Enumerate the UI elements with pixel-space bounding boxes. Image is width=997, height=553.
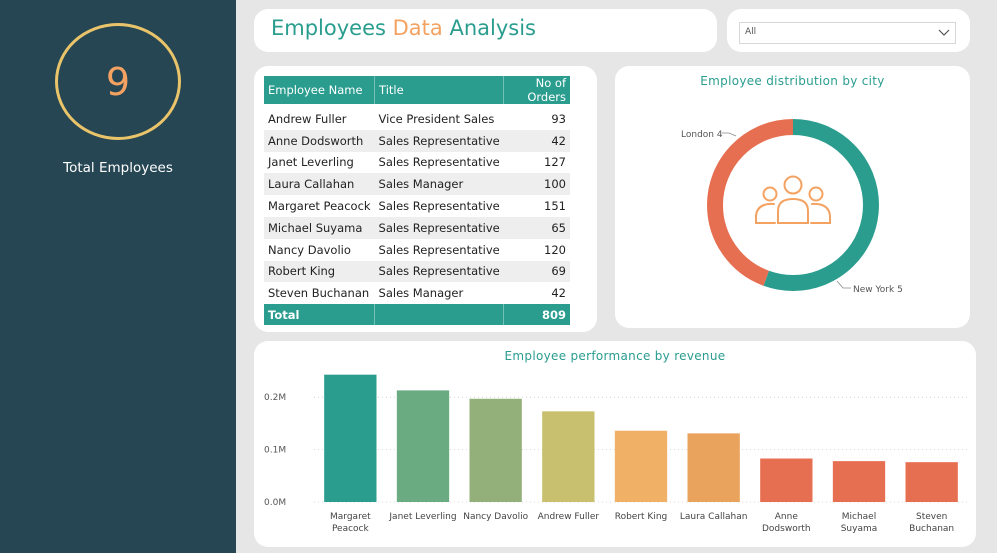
bar-chart: 0.0M 0.1M 0.2M Margaret Peacock Janet Leverli…	[264, 374, 968, 534]
cell-employee-name: Margaret Peacock	[264, 195, 375, 217]
cell-orders: 65	[503, 216, 570, 239]
column-header-employee-name[interactable]: Employee Name	[264, 76, 376, 104]
x-tick-label: Laura Callahan	[680, 512, 748, 522]
title-part-1: Employees	[271, 16, 393, 40]
cell-orders: 120	[503, 238, 570, 261]
donut-chart: London 4 New York 5	[681, 119, 903, 295]
cell-title: Vice President Sales	[374, 108, 504, 130]
table-row[interactable]: Margaret Peacock Sales Representative 151	[264, 195, 570, 217]
cell-orders: 42	[503, 282, 570, 305]
filter-dropdown[interactable]: All	[739, 22, 956, 44]
cell-orders: 151	[503, 195, 570, 217]
table-body: Andrew Fuller Vice President Sales 93 Anne …	[264, 104, 570, 326]
table-row[interactable]: Robert King Sales Representative 69	[264, 260, 570, 283]
bar[interactable]	[324, 374, 377, 502]
total-employees-value: 9	[105, 59, 131, 104]
title-card: Employees Data Analysis	[254, 9, 717, 52]
cell-title: Sales Representative	[374, 195, 504, 217]
bar[interactable]	[832, 461, 886, 502]
table-row[interactable]: Andrew Fuller Vice President Sales 93	[264, 108, 570, 130]
cell-employee-name: Laura Callahan	[264, 173, 375, 196]
cell-orders: 93	[503, 108, 570, 130]
cell-employee-name: Nancy Davolio	[264, 238, 375, 261]
page-title: Employees Data Analysis	[271, 16, 536, 40]
cell-orders: 127	[503, 151, 570, 174]
table-total-row: Total 809	[264, 304, 570, 326]
x-tick-label: Nancy Davolio	[463, 512, 528, 522]
bar[interactable]	[614, 430, 668, 502]
table-row[interactable]: Laura Callahan Sales Manager 100	[264, 173, 570, 196]
x-tick-label: Andrew Fuller	[538, 512, 600, 522]
cell-employee-name: Anne Dodsworth	[264, 129, 375, 152]
total-value: 809	[503, 304, 570, 326]
cell-orders: 42	[503, 129, 570, 152]
x-tick-label: Robert King	[615, 512, 668, 522]
cell-employee-name: Robert King	[264, 260, 375, 283]
donut-slice-label: London 4	[681, 130, 723, 140]
cell-employee-name: Janet Leverling	[264, 151, 375, 174]
cell-title: Sales Representative	[374, 151, 504, 174]
cell-employee-name: Steven Buchanan	[264, 282, 375, 305]
bar[interactable]	[687, 433, 740, 502]
filter-selected-value: All	[745, 27, 757, 37]
x-tick-label: Margaret	[330, 512, 371, 522]
column-header-no-of-orders[interactable]: No of Orders	[503, 76, 570, 104]
title-part-highlight: Data	[392, 16, 443, 40]
y-tick-label: 0.1M	[264, 446, 286, 456]
x-tick-label: Anne	[775, 512, 799, 522]
donut-slice-label: New York 5	[853, 285, 903, 295]
donut-leader-line	[722, 132, 737, 137]
table-row[interactable]: Michael Suyama Sales Representative 65	[264, 216, 570, 239]
employee-table: Employee Name Title No of Orders Andrew …	[264, 76, 570, 326]
cell-title: Sales Manager	[374, 282, 504, 305]
employee-table-card: Employee Name Title No of Orders Andrew …	[254, 66, 597, 332]
x-tick-label: Dodsworth	[762, 524, 811, 534]
bar[interactable]	[469, 398, 522, 502]
x-tick-label: Michael	[842, 512, 876, 522]
cell-title: Sales Representative	[374, 129, 504, 152]
cell-orders: 69	[503, 260, 570, 283]
bar[interactable]	[542, 411, 595, 502]
y-tick-label: 0.0M	[264, 498, 286, 508]
revenue-chart-card: Employee performance by revenue 0.0M 0.1M…	[254, 341, 976, 547]
cell-employee-name: Michael Suyama	[264, 216, 375, 239]
total-label: Total	[264, 304, 376, 326]
table-row[interactable]: Nancy Davolio Sales Representative 120	[264, 238, 570, 261]
total-spacer	[374, 304, 505, 326]
cell-title: Sales Manager	[374, 173, 504, 196]
sidebar: 9 Total Employees	[0, 0, 236, 553]
filter-card: All	[727, 9, 970, 52]
total-employees-ring: 9	[55, 23, 181, 140]
people-group-icon	[755, 175, 831, 224]
x-tick-label: Suyama	[841, 524, 878, 534]
table-row[interactable]: Steven Buchanan Sales Manager 42	[264, 282, 570, 305]
donut-leader-line	[836, 280, 851, 289]
total-employees-label: Total Employees	[63, 160, 173, 176]
chevron-down-icon	[938, 29, 950, 36]
x-tick-label: Buchanan	[909, 524, 954, 534]
y-tick-label: 0.2M	[264, 393, 286, 403]
x-tick-label: Steven	[916, 512, 947, 522]
table-row[interactable]: Janet Leverling Sales Representative 127	[264, 151, 570, 174]
table-row[interactable]: Anne Dodsworth Sales Representative 42	[264, 129, 570, 152]
cell-orders: 100	[503, 173, 570, 196]
x-tick-label: Peacock	[332, 524, 370, 534]
bar[interactable]	[396, 390, 450, 502]
column-header-title[interactable]: Title	[374, 76, 505, 104]
cell-employee-name: Andrew Fuller	[264, 108, 375, 130]
bar[interactable]	[760, 458, 813, 502]
title-part-3: Analysis	[442, 16, 536, 40]
x-tick-label: Janet Leverling	[388, 512, 456, 522]
cell-title: Sales Representative	[374, 260, 504, 283]
city-distribution-card: Employee distribution by city London 4 Ne…	[615, 66, 970, 328]
bar[interactable]	[905, 462, 958, 502]
cell-title: Sales Representative	[374, 238, 504, 261]
cell-title: Sales Representative	[374, 216, 504, 239]
